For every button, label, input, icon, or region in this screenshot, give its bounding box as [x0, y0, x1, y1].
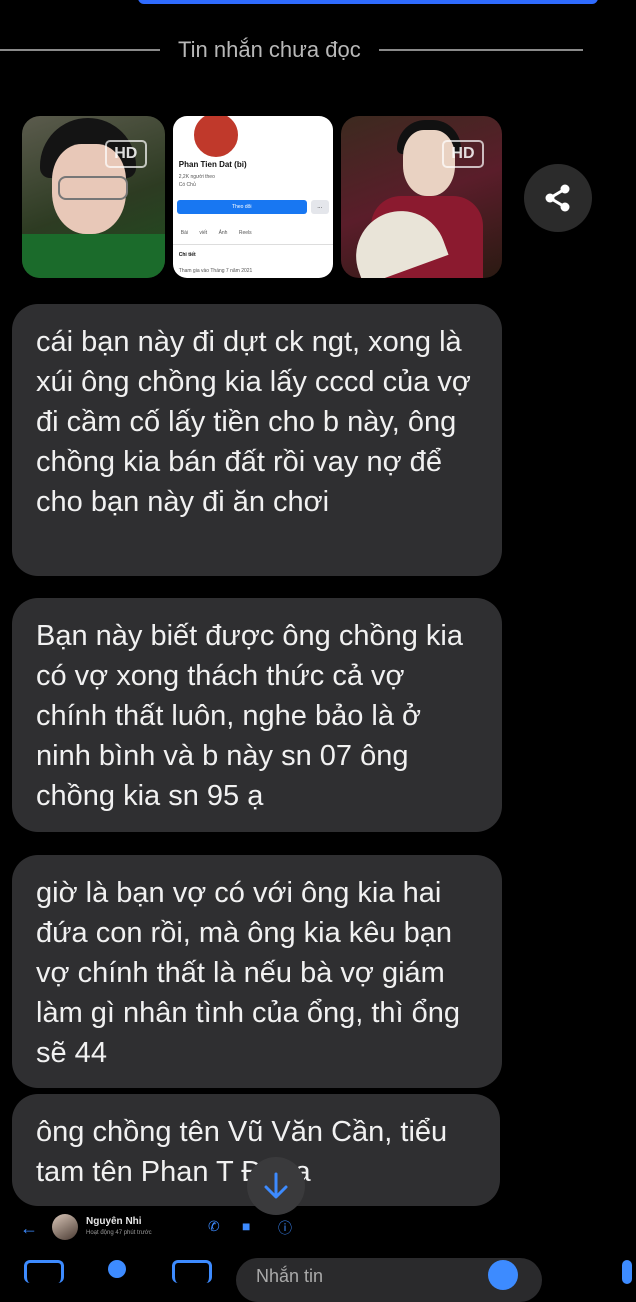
share-icon	[545, 184, 570, 212]
profile-name: Phan Tien Dat (bi)	[178, 160, 247, 169]
media-attachments: HD Phan Tien Dat (bi) 2,2K người theo Có…	[22, 116, 502, 278]
camera-icon[interactable]	[108, 1260, 126, 1278]
photo-attachment-2[interactable]: Phan Tien Dat (bi) 2,2K người theo Có Ch…	[172, 116, 334, 278]
profile-more-button: ...	[310, 200, 329, 214]
photo-attachment-3[interactable]: HD	[341, 116, 502, 278]
profile-tab: Reels	[238, 230, 252, 236]
profile-tab: Ảnh	[218, 230, 228, 236]
video-icon[interactable]: ■	[242, 1218, 250, 1234]
contact-name[interactable]: Nguyên Nhi	[86, 1216, 142, 1227]
composer-bar: Nhắn tin	[0, 1258, 636, 1302]
arrow-down-icon	[264, 1172, 288, 1199]
message-bubble[interactable]: cái bạn này đi dựt ck ngt, xong là xúi ô…	[12, 304, 502, 576]
profile-follow-button: Theo dõi	[176, 200, 307, 214]
message-text: Bạn này biết được ông chồng kia có vợ xo…	[36, 620, 463, 812]
info-icon[interactable]: ⓘ	[278, 1218, 292, 1238]
back-arrow-icon[interactable]: ←	[20, 1218, 38, 1239]
hd-badge: HD	[441, 140, 484, 168]
photo-attachment-1[interactable]: HD	[22, 116, 165, 278]
profile-joined: Tham gia vào Tháng 7 năm 2021	[178, 268, 253, 274]
profile-status: Có Chủ	[178, 182, 196, 188]
unread-divider: Tin nhắn chưa đọc	[0, 30, 636, 70]
emoji-icon[interactable]	[488, 1260, 518, 1290]
divider-line-left	[0, 49, 160, 51]
like-icon[interactable]	[622, 1260, 632, 1284]
photo-jacket	[22, 234, 165, 278]
message-text: cái bạn này đi dựt ck ngt, xong là xúi ô…	[36, 326, 471, 518]
chat-header: ← Nguyên Nhi Hoạt động 47 phút trước ✆ ■…	[0, 1210, 636, 1246]
photo-glasses	[58, 176, 128, 200]
share-button[interactable]	[524, 164, 592, 232]
scroll-to-bottom-button[interactable]	[247, 1157, 305, 1215]
profile-section-title: Chi tiết	[178, 252, 196, 258]
divider-line-right	[378, 49, 583, 51]
profile-followers: 2,2K người theo	[178, 174, 215, 180]
message-bubble[interactable]: giờ là bạn vợ có với ông kia hai đứa con…	[12, 855, 502, 1088]
unread-divider-label: Tin nhắn chưa đọc	[178, 37, 361, 62]
message-bubble[interactable]: Bạn này biết được ông chồng kia có vợ xo…	[12, 598, 502, 832]
hd-badge: HD	[104, 140, 147, 168]
profile-avatar	[190, 116, 241, 160]
profile-tab-divider	[172, 244, 334, 245]
profile-tabs: Bài viết Ảnh Reels	[181, 230, 252, 236]
profile-tab: Bài viết	[180, 230, 208, 236]
top-accent-bar	[138, 0, 598, 4]
contact-status: Hoạt động 47 phút trước	[86, 1230, 152, 1236]
avatar[interactable]	[52, 1214, 78, 1240]
message-text: giờ là bạn vợ có với ông kia hai đứa con…	[36, 877, 461, 1069]
phone-icon[interactable]: ✆	[208, 1218, 220, 1235]
